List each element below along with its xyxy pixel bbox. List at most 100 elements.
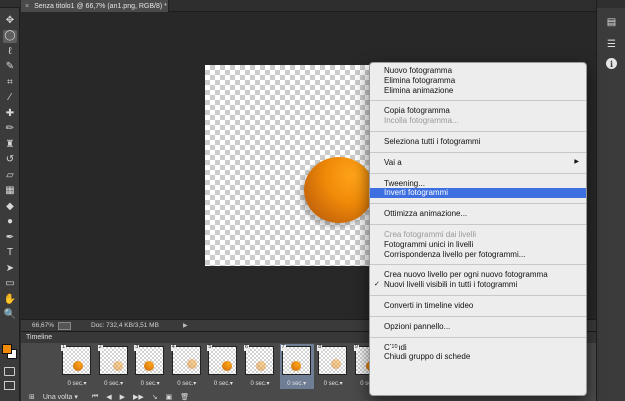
path-selection-tool-icon[interactable]: ➤ <box>3 262 17 275</box>
menu-item-seleziona-tutti-i-fotogrammi[interactable]: Seleziona tutti i fotogrammi <box>370 137 586 147</box>
timeline-frame[interactable]: 3 0 sec.▾ <box>133 344 167 389</box>
menu-item-copia-fotogramma[interactable]: Copia fotogramma <box>370 106 586 116</box>
menu-item-label: Elimina animazione <box>384 85 454 95</box>
eraser-tool-icon[interactable]: ▱ <box>3 169 17 182</box>
menu-item-label: Seleziona tutti i fotogrammi <box>384 136 481 146</box>
frame-number: 2 <box>97 344 103 351</box>
tools-panel-header[interactable] <box>0 0 20 8</box>
screen-mode-icon[interactable] <box>4 381 15 390</box>
quick-selection-tool-icon[interactable]: ✎ <box>3 61 17 74</box>
menu-item-crea-nuovo-livello-per-ogni-nuovo-fotogramma[interactable]: Crea nuovo livello per ogni nuovo fotogr… <box>370 270 586 280</box>
timeline-frame[interactable]: 2 0 sec.▾ <box>97 344 131 389</box>
frame-ball-preview <box>290 361 301 371</box>
timeline-frame[interactable]: 6 0 sec.▾ <box>243 344 277 389</box>
close-icon[interactable]: × <box>25 3 29 10</box>
healing-brush-tool-icon[interactable]: ✚ <box>3 107 17 120</box>
menu-item-opzioni-pannello[interactable]: Opzioni pannello... <box>370 322 586 332</box>
frame-thumbnail[interactable] <box>62 346 91 375</box>
brush-tool-icon[interactable]: ✏ <box>3 123 17 136</box>
frame-thumbnail[interactable] <box>171 346 201 375</box>
frame-delay-dropdown[interactable]: 0 sec.▾ <box>97 380 131 387</box>
frame-delay-dropdown[interactable]: 0 sec.▾ <box>243 380 277 387</box>
menu-item-label: Nuovo fotogramma <box>384 66 453 75</box>
pen-tool-icon[interactable]: ✒ <box>3 231 17 244</box>
status-menu-arrow-icon[interactable]: ▶ <box>183 322 188 329</box>
frame-thumbnail[interactable] <box>318 346 348 375</box>
frame-delay-dropdown[interactable]: 0 sec.▾ <box>60 380 94 387</box>
menu-item-chiudi-gruppo-di-schede[interactable]: Chiudi gruppo di schede <box>370 352 586 362</box>
hand-tool-icon[interactable]: ✋ <box>3 293 17 306</box>
history-panel-icon[interactable]: ▤ <box>603 15 620 29</box>
menu-separator <box>370 315 586 317</box>
document-tab[interactable]: × Senza titolo1 @ 66,7% (an1.png, RGB/8)… <box>21 0 169 12</box>
frame-number: 7 <box>280 344 286 351</box>
play-icon[interactable]: ▶ <box>120 393 125 401</box>
lasso-tool-icon[interactable]: ℓ <box>3 45 17 58</box>
menu-item-chiudi[interactable]: Chiudi <box>370 343 586 353</box>
clone-stamp-tool-icon[interactable]: ♜ <box>3 138 17 151</box>
frame-delay-dropdown[interactable]: 0 sec.▾ <box>206 380 240 387</box>
history-brush-tool-icon[interactable]: ↺ <box>3 154 17 167</box>
frame-delay-dropdown[interactable]: 0 sec.▾ <box>170 380 204 387</box>
first-frame-icon[interactable]: ⏮ <box>92 393 98 401</box>
frame-delay-dropdown[interactable]: 0 sec.▾ <box>316 380 350 387</box>
frame-thumbnail[interactable] <box>98 346 128 375</box>
crop-tool-icon[interactable]: ⌗ <box>3 76 17 89</box>
menu-separator <box>370 151 586 153</box>
frame-number: 9 <box>353 344 359 351</box>
info-panel-icon[interactable]: i <box>606 58 617 69</box>
frame-delay-dropdown[interactable]: 0 sec.▾ <box>133 380 167 387</box>
menu-item-fotogrammi-unici-in-livelli[interactable]: Fotogrammi unici in livelli <box>370 240 586 250</box>
timeline-frame[interactable]: 1 0 sec.▾ <box>60 344 94 389</box>
shape-tool-icon[interactable]: ▭ <box>3 278 17 291</box>
eyedropper-tool-icon[interactable]: ⁄ <box>3 92 17 105</box>
frame-thumbnail[interactable] <box>208 346 238 375</box>
timeline-frame[interactable]: 4 0 sec.▾ <box>170 344 204 389</box>
zoom-tool-icon[interactable]: 🔍 <box>3 309 17 322</box>
tween-icon[interactable]: ↘ <box>152 393 158 401</box>
frame-delay-dropdown[interactable]: 0 sec.▾ <box>280 380 314 387</box>
menu-item-converti-in-timeline-video[interactable]: Converti in timeline video <box>370 301 586 311</box>
loop-options-dropdown[interactable]: Una volta ▾ <box>43 393 78 401</box>
quick-mask-icon[interactable] <box>4 367 15 376</box>
status-export-icon[interactable] <box>58 321 71 330</box>
menu-item-nuovi-livelli-visibili-in-tutti-i-fotogrammi[interactable]: ✓ Nuovi livelli visibili in tutti i fotog… <box>370 280 586 290</box>
checkmark-icon: ✓ <box>374 281 380 289</box>
previous-frame-icon[interactable]: ◀ <box>106 393 111 401</box>
timeline-frame[interactable]: 8 0 sec.▾ <box>316 344 350 389</box>
menu-item-vai-a[interactable]: Vai a ▶ <box>370 158 586 168</box>
frame-ball-preview <box>256 361 266 371</box>
duplicate-frame-icon[interactable]: ▣ <box>166 393 173 401</box>
type-tool-icon[interactable]: T <box>3 247 17 260</box>
frame-ball-preview <box>144 361 155 371</box>
frame-thumbnail[interactable] <box>281 346 311 375</box>
frame-thumbnail[interactable] <box>245 346 274 375</box>
timeline-frame[interactable]: 7 0 sec.▾ <box>279 344 314 389</box>
next-frame-icon[interactable]: ▶▶ <box>133 393 144 401</box>
convert-to-video-timeline-icon[interactable]: ⊞ <box>29 393 35 401</box>
foreground-color-swatch[interactable] <box>2 344 12 354</box>
menu-separator <box>370 100 586 102</box>
menu-item-corrispondenza-livello-per-fotogrammi[interactable]: Corrispondenza livello per fotogrammi... <box>370 250 586 260</box>
dodge-tool-icon[interactable]: ● <box>3 216 17 229</box>
menu-item-ottimizza-animazione[interactable]: Ottimizza animazione... <box>370 209 586 219</box>
marquee-tool-icon[interactable]: ◯ <box>3 29 17 43</box>
zoom-level[interactable]: 66,67% <box>32 322 56 329</box>
menu-item-tweening[interactable]: Tweening... <box>370 179 586 189</box>
panel-dock-header[interactable] <box>597 0 625 8</box>
timeline-frame[interactable]: 5 0 sec.▾ <box>206 344 240 389</box>
move-tool-icon[interactable]: ✥ <box>3 14 17 27</box>
frame-thumbnail[interactable] <box>135 346 165 375</box>
panel-dock: ▤ ☰ i <box>596 0 625 401</box>
delete-frame-icon[interactable]: 🗑 <box>180 393 189 401</box>
gradient-tool-icon[interactable]: ▦ <box>3 185 17 198</box>
blur-tool-icon[interactable]: ◆ <box>3 200 17 213</box>
frame-number: 6 <box>244 344 250 351</box>
menu-item-nuovo-fotogramma[interactable]: Nuovo fotogramma <box>370 66 586 76</box>
menu-item-elimina-animazione[interactable]: Elimina animazione <box>370 86 586 96</box>
menu-item-inverti-fotogrammi[interactable]: Inverti fotogrammi <box>370 188 586 199</box>
properties-panel-icon[interactable]: ☰ <box>603 37 620 51</box>
document-canvas[interactable] <box>205 65 385 266</box>
orange-ball-layer <box>304 157 374 223</box>
menu-item-elimina-fotogramma[interactable]: Elimina fotogramma <box>370 76 586 86</box>
